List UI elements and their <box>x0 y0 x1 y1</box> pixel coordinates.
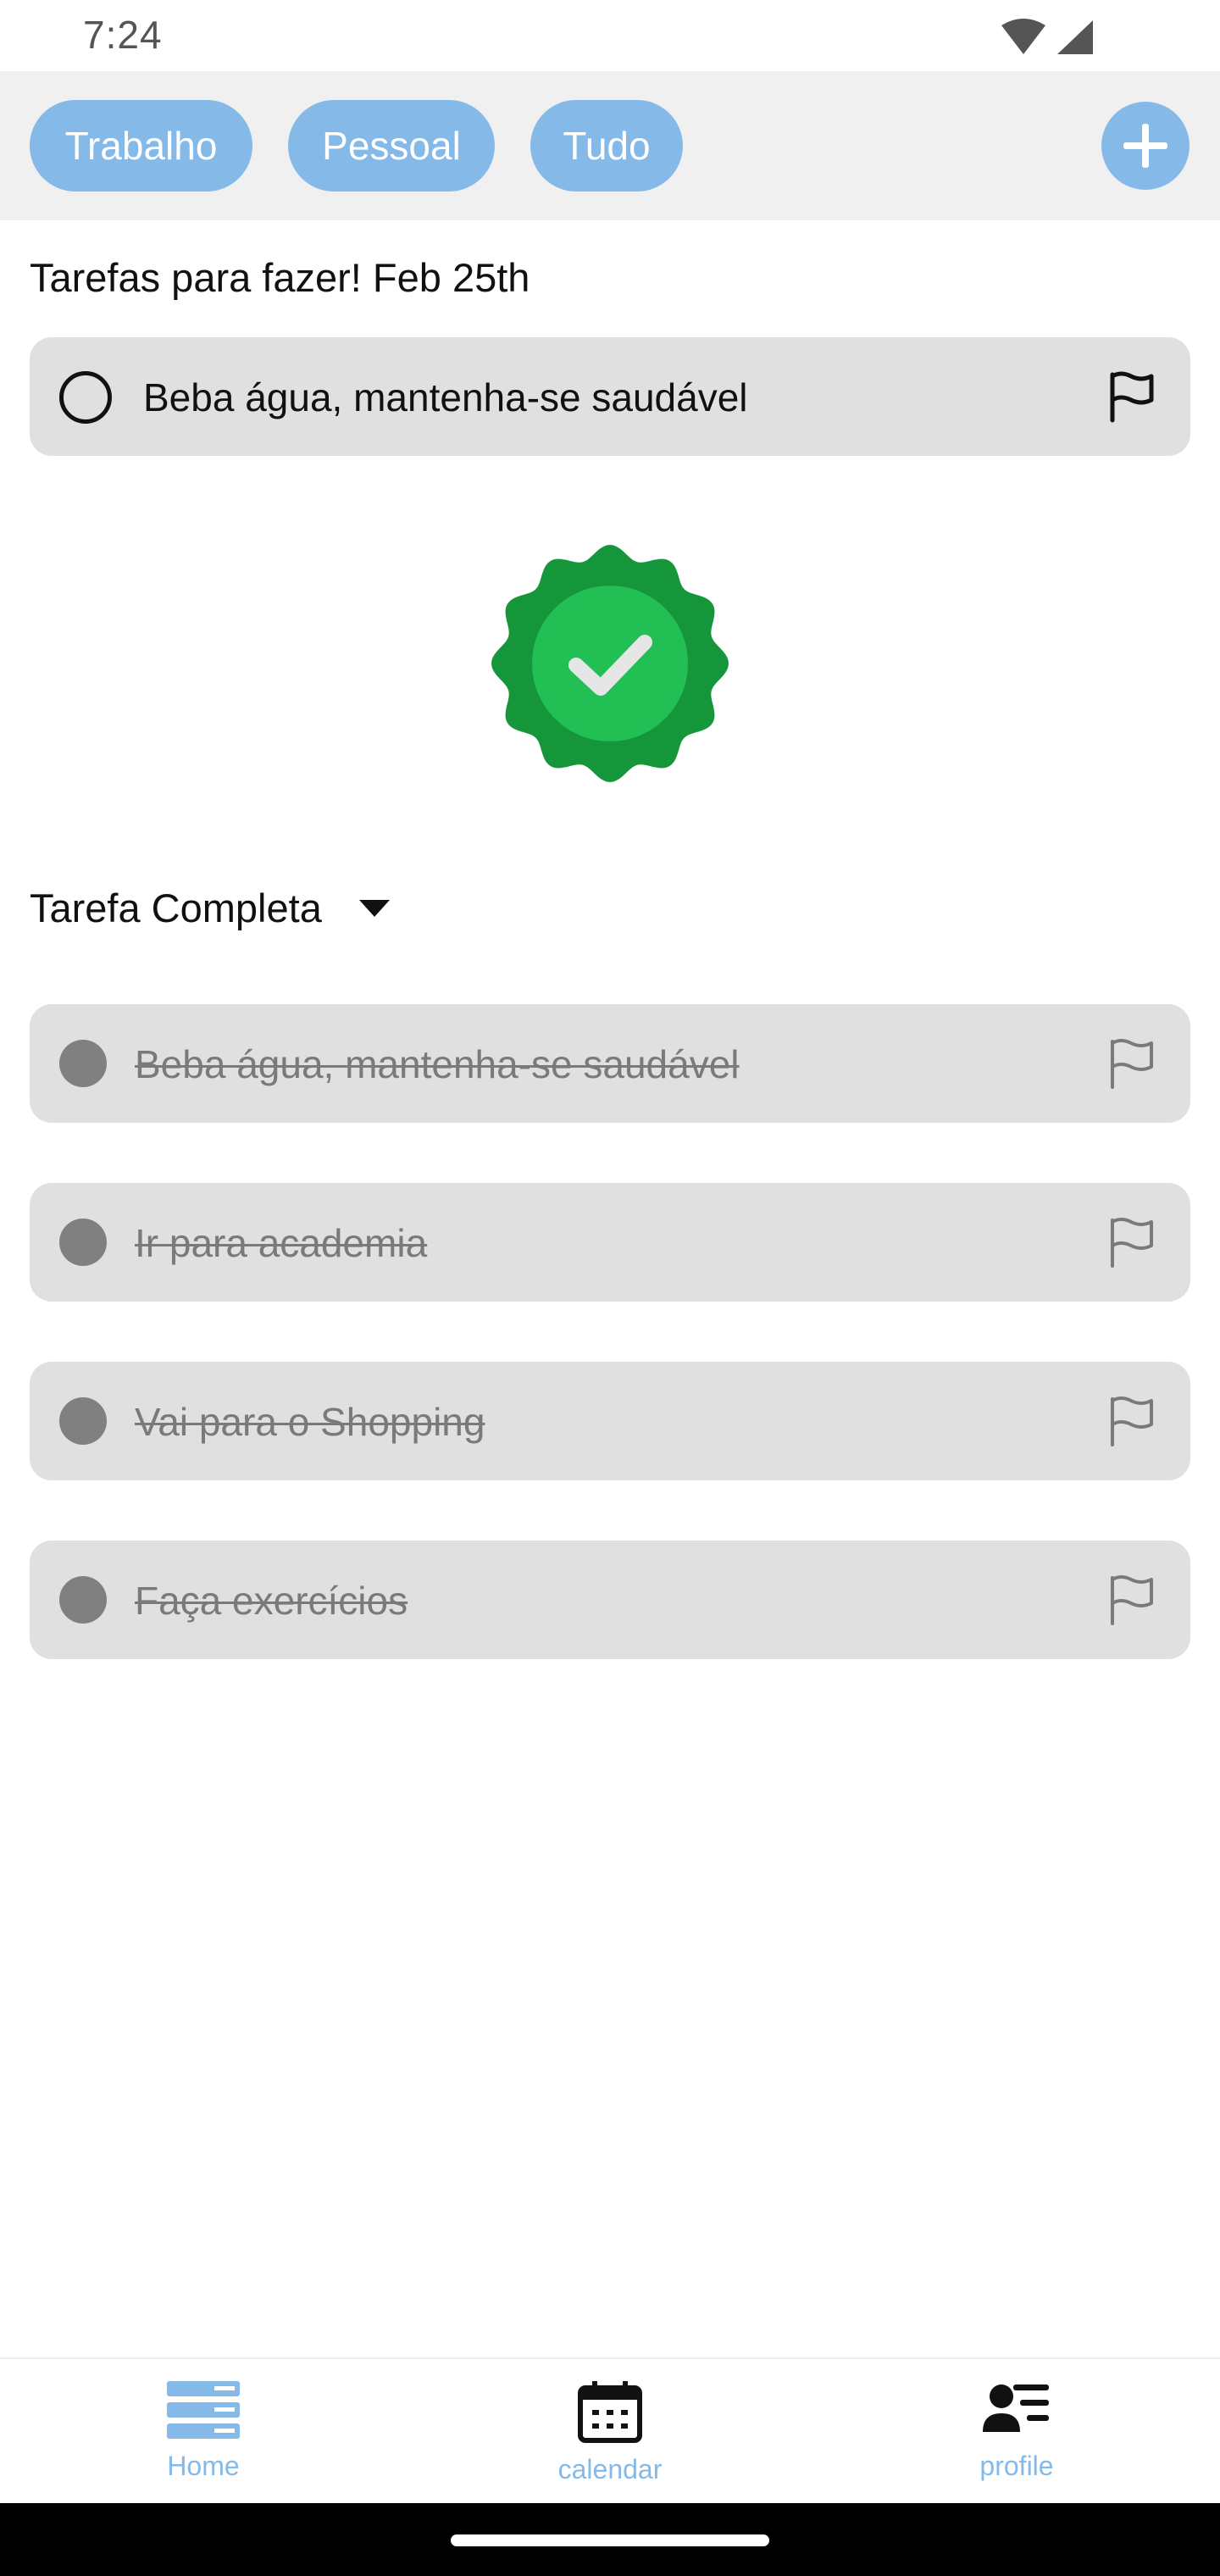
calendar-icon <box>578 2381 642 2443</box>
caret-down-icon[interactable] <box>358 898 391 919</box>
task-done-indicator[interactable] <box>59 1576 107 1624</box>
completed-task-row[interactable]: Faça exercícios <box>30 1541 1190 1659</box>
task-label: Beba água, mantenha-se saudável <box>143 375 748 419</box>
flag-icon[interactable] <box>1104 1215 1158 1269</box>
task-done-indicator[interactable] <box>59 1040 107 1087</box>
flag-icon[interactable] <box>1104 369 1158 424</box>
bottom-nav: Home calendar profile <box>0 2357 1220 2503</box>
task-label: Vai para o Shopping <box>135 1400 485 1444</box>
nav-label-calendar: calendar <box>557 2454 663 2484</box>
completed-task-row[interactable]: Beba água, mantenha-se saudável <box>30 1004 1190 1123</box>
gesture-bar <box>0 2503 1220 2576</box>
plus-icon <box>1123 124 1167 168</box>
add-task-button[interactable] <box>1101 102 1190 190</box>
section-title: Tarefas para fazer! Feb 25th <box>30 255 530 300</box>
nav-label-home: Home <box>167 2451 240 2481</box>
completed-task-row[interactable]: Ir para academia <box>30 1183 1190 1302</box>
task-label: Ir para academia <box>135 1221 428 1265</box>
home-stack-icon <box>167 2381 240 2439</box>
task-label: Faça exercícios <box>135 1579 408 1623</box>
task-label: Beba água, mantenha-se saudável <box>135 1042 740 1086</box>
nav-item-calendar[interactable]: calendar <box>407 2359 813 2505</box>
filter-bar: Trabalho Pessoal Tudo <box>0 71 1220 220</box>
status-bar: 7:24 <box>0 0 1220 71</box>
task-done-indicator[interactable] <box>59 1397 107 1445</box>
flag-icon[interactable] <box>1104 1036 1158 1091</box>
signal-icon <box>1057 20 1093 54</box>
flag-icon[interactable] <box>1104 1573 1158 1627</box>
profile-list-icon <box>983 2384 1049 2432</box>
app-screen: 7:24 Trabalho Pessoal Tudo Tarefas para … <box>0 0 1220 2576</box>
nav-item-home[interactable]: Home <box>0 2359 407 2505</box>
nav-item-profile[interactable]: profile <box>813 2359 1220 2505</box>
check-badge-icon <box>491 545 729 782</box>
filter-chip-tudo[interactable]: Tudo <box>530 100 683 192</box>
nav-label-profile: profile <box>979 2451 1054 2481</box>
completed-section-header[interactable]: Tarefa Completa <box>30 885 391 931</box>
filter-chip-pessoal[interactable]: Pessoal <box>288 100 495 192</box>
home-gesture-handle[interactable] <box>451 2534 769 2546</box>
completed-title: Tarefa Completa <box>30 886 322 930</box>
task-done-indicator[interactable] <box>59 1219 107 1266</box>
completed-task-row[interactable]: Vai para o Shopping <box>30 1362 1190 1480</box>
flag-icon[interactable] <box>1104 1394 1158 1448</box>
status-icons <box>1000 19 1095 56</box>
task-checkbox[interactable] <box>59 371 112 424</box>
status-time: 7:24 <box>83 13 163 57</box>
pending-task-row[interactable]: Beba água, mantenha-se saudável <box>30 337 1190 456</box>
filter-chip-trabalho[interactable]: Trabalho <box>30 100 252 192</box>
wifi-icon <box>1001 19 1045 54</box>
